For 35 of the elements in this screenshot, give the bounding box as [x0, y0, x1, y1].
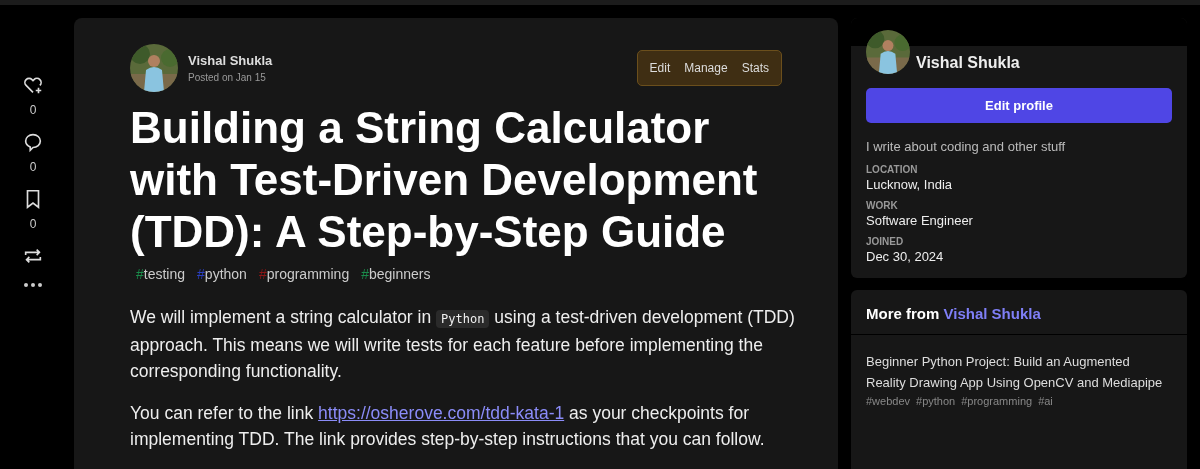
- tag-link[interactable]: #beginners: [361, 266, 431, 282]
- post-tag[interactable]: #webdev: [866, 395, 911, 407]
- author-link[interactable]: Vishal Shukla: [943, 305, 1041, 322]
- field-label: LOCATION: [866, 164, 919, 175]
- tag-link[interactable]: #testing: [136, 266, 186, 282]
- body-paragraph: You can refer to the link https://osherove.com/tdd-kata-1 as your checkpoints for implementing TDD. The link provides step-by-step instructions that you can follow.: [130, 402, 766, 451]
- reaction-count: 0: [29, 217, 37, 231]
- inline-code: Python: [436, 310, 490, 328]
- comment-icon[interactable]: [22, 131, 44, 153]
- tag-link[interactable]: #programming: [258, 266, 350, 282]
- action-link[interactable]: Manage: [678, 55, 734, 81]
- action-link[interactable]: Stats: [735, 55, 775, 81]
- field-label: JOINED: [866, 236, 905, 247]
- post-link[interactable]: Beginner Python Project: Build an Augmented Reality Drawing App Using OpenCV and Mediapipe: [866, 351, 1172, 393]
- field-value: Software Engineer: [866, 213, 974, 228]
- field-value: Lucknow, India: [866, 177, 953, 192]
- post-tag[interactable]: #ai: [1038, 395, 1053, 407]
- field-value: Dec 30, 2024: [866, 249, 945, 264]
- action-link[interactable]: Edit: [643, 55, 677, 81]
- profile-name[interactable]: Vishal Shukla: [916, 54, 1020, 74]
- body-paragraph: We will implement a string calculator in Python using a test-driven development (TDD) approach. This means we will write tests for each feature before implementing the corresponding functionality.: [130, 306, 796, 383]
- post-tag[interactable]: #python: [916, 395, 956, 407]
- article-title: Building a String Calculator with Test-Driven Development (TDD): A Step-by-Step Guide: [130, 102, 759, 258]
- profile-bio: I write about coding and other stuff: [866, 139, 1067, 154]
- more-icon[interactable]: [22, 281, 44, 289]
- tag-link[interactable]: #python: [197, 266, 247, 282]
- author-name[interactable]: Vishal Shukla: [188, 53, 273, 68]
- more-from-heading: More from Vishal Shukla: [851, 290, 1187, 335]
- post-date: Posted on Jan 15: [188, 72, 267, 83]
- reaction-count: 0: [29, 160, 37, 174]
- field-label: WORK: [866, 200, 899, 211]
- reaction-count: 0: [29, 103, 37, 117]
- url-link[interactable]: https://osherove.com/tdd-kata-1: [318, 403, 565, 423]
- post-tag[interactable]: #programming: [961, 395, 1033, 407]
- edit-profile-button[interactable]: Edit profile: [866, 88, 1172, 123]
